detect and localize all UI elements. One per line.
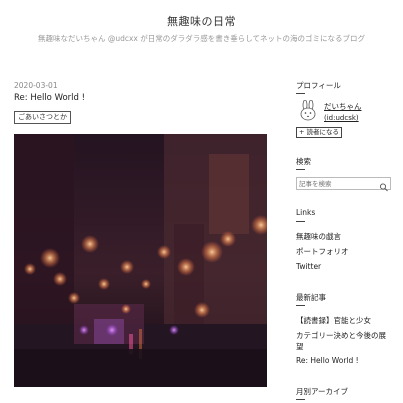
profile-name[interactable]: だいちゃん [324,101,362,112]
category-tag[interactable]: ごあいさつとか [14,111,71,124]
links-heading-rule [296,221,305,222]
night-street-photo [14,134,267,387]
recent-heading: 最新記事 [296,293,326,302]
link-item[interactable]: 無趣味の戯言 [296,231,341,242]
link-item[interactable]: ポートフォリオ [296,246,349,257]
archive-heading-rule [296,399,305,400]
entry-photo [14,134,267,387]
search-icon[interactable] [379,178,389,192]
link-item[interactable]: Twitter [296,262,321,271]
search-heading: 検索 [296,157,311,166]
recent-post-item[interactable]: カテゴリー決めと今後の展 [296,330,386,341]
blog-title[interactable]: 無趣味の日常 [0,13,403,29]
recent-post-item[interactable]: Re: Hello World ! [296,356,359,365]
search-input[interactable] [297,178,379,189]
search-heading-rule [296,169,305,170]
search-box [296,177,391,192]
archive-heading: 月別アーカイブ [296,387,349,396]
profile-id[interactable]: (id:udcsk) [324,114,359,122]
recent-heading-rule [296,305,305,306]
blog-description: 無趣味なだいちゃん @udcxx が日常のダラダラ感を書き垂らしてネットの海のゴ… [37,34,366,43]
profile-heading: プロフィール [296,81,341,90]
rabbit-icon[interactable] [298,99,318,122]
recent-post-item[interactable]: 【読書録】官能と少女 [296,315,371,326]
recent-post-item-continued[interactable]: 望 [296,341,304,352]
entry-date[interactable]: 2020-03-01 [14,81,58,90]
subscribe-button[interactable]: + 読者になる [296,127,343,138]
entry-title[interactable]: Re: Hello World ! [14,93,85,103]
profile-heading-rule [296,93,305,94]
links-heading: Links [296,208,316,217]
